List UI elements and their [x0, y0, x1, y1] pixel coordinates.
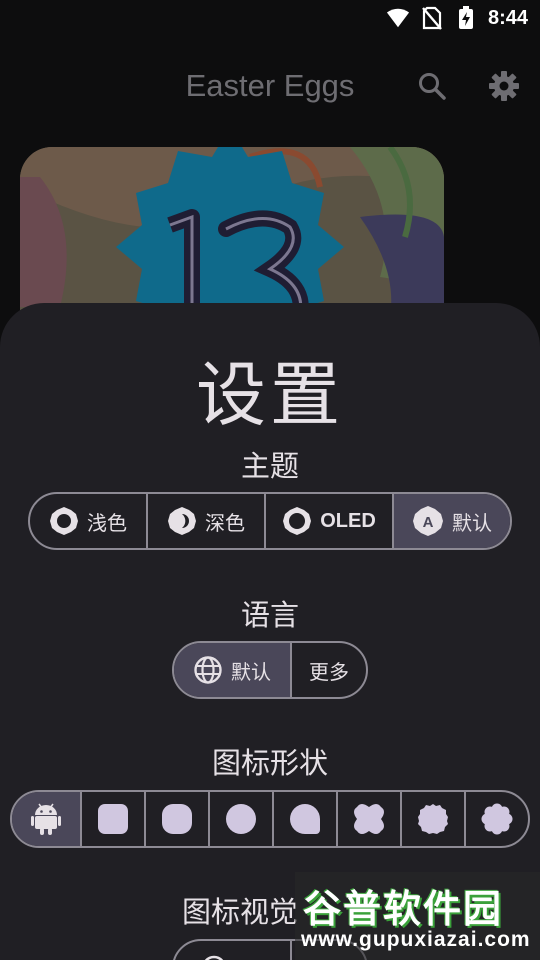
language-option-default[interactable]: 默认 — [174, 643, 292, 697]
circle-shape-icon — [226, 804, 256, 834]
watermark-title: 谷普软件园 — [303, 887, 504, 931]
theme-option-label: 浅色 — [87, 510, 127, 535]
language-segmented-control: 默认 更多 — [172, 641, 368, 699]
theme-option-label: OLED — [320, 509, 376, 532]
status-time: 8:44 — [487, 6, 528, 29]
search-icon — [419, 73, 446, 100]
language-option-label: 更多 — [309, 659, 349, 684]
icon-visual-option-icon — [204, 955, 224, 960]
theme-option-label: 深色 — [205, 510, 245, 535]
icon-shape-option-circle[interactable] — [210, 792, 274, 846]
icon-shape-option-rounded-square[interactable] — [82, 792, 146, 846]
theme-option-oled[interactable]: OLED — [266, 494, 394, 548]
search-button[interactable] — [412, 66, 452, 106]
settings-sheet: 设置 主题 浅色 深色 OLED A 默认 语言 默认 更多 图标形状 图标视觉 — [0, 303, 540, 960]
icon-shape-option-clover[interactable] — [338, 792, 402, 846]
teardrop-shape-icon — [290, 804, 320, 834]
oled-mode-icon — [283, 507, 312, 535]
icon-shape-section-title: 图标形状 — [211, 746, 328, 780]
clover-shape-icon — [354, 804, 384, 834]
wifi-icon — [386, 6, 410, 30]
globe-icon — [194, 656, 222, 684]
icon-visual-option[interactable] — [174, 941, 292, 960]
language-option-more[interactable]: 更多 — [292, 643, 366, 697]
squircle-shape-icon — [162, 804, 192, 834]
watermark-url: www.gupuxiazai.com — [301, 928, 531, 951]
theme-option-dark[interactable]: 深色 — [148, 494, 266, 548]
language-section-title: 语言 — [240, 598, 299, 632]
rounded-square-shape-icon — [98, 804, 128, 834]
flower-shape-icon — [481, 803, 513, 835]
settings-icon — [489, 71, 519, 101]
icon-shape-option-flower[interactable] — [466, 792, 528, 846]
dark-mode-icon — [168, 507, 196, 535]
theme-option-label: 默认 — [452, 510, 492, 535]
icon-shape-segmented-control — [10, 790, 530, 848]
status-bar: 8:44 — [0, 0, 540, 36]
language-option-label: 默认 — [231, 659, 271, 684]
app-title: Easter Eggs — [185, 68, 355, 103]
android-icon — [31, 803, 61, 835]
theme-segmented-control: 浅色 深色 OLED A 默认 — [28, 492, 512, 550]
theme-section-title: 主题 — [240, 449, 299, 483]
battery-charging-icon — [454, 6, 478, 30]
icon-shape-option-scalloped[interactable] — [402, 792, 466, 846]
theme-option-light[interactable]: 浅色 — [30, 494, 148, 548]
icon-shape-option-teardrop[interactable] — [274, 792, 338, 846]
icon-shape-option-squircle[interactable] — [146, 792, 210, 846]
auto-mode-icon-letter: A — [423, 514, 434, 531]
watermark: 谷普软件园 www.gupuxiazai.com — [295, 872, 540, 960]
no-sim-icon — [420, 6, 444, 30]
scalloped-shape-icon — [418, 804, 448, 834]
light-mode-icon — [50, 507, 78, 535]
app-bar: Easter Eggs — [0, 56, 540, 116]
sheet-title: 设置 — [196, 354, 344, 436]
auto-mode-icon: A — [413, 506, 443, 536]
settings-button[interactable] — [484, 66, 524, 106]
theme-option-default[interactable]: A 默认 — [394, 494, 510, 548]
icon-shape-option-android[interactable] — [12, 792, 82, 846]
